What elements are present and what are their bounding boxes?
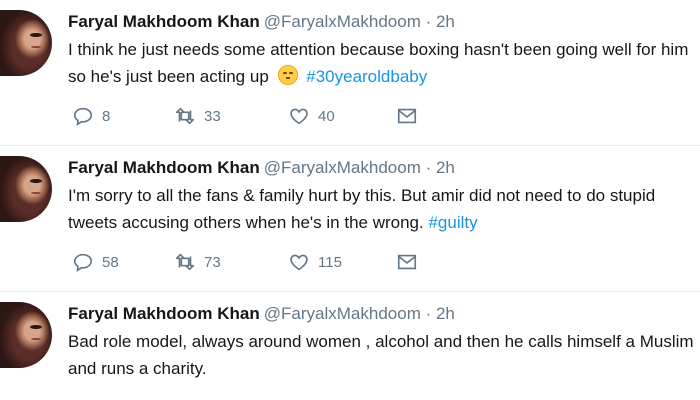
tweet-actions: 8 33 40 (72, 104, 432, 128)
timestamp[interactable]: · 2h (426, 304, 455, 323)
heart-icon (290, 108, 308, 125)
avatar[interactable] (0, 10, 52, 76)
retweet-icon (175, 107, 195, 125)
tweet[interactable]: Faryal Makhdoom Khan @FaryalxMakhdoom · 2… (0, 146, 700, 292)
author-handle[interactable]: @FaryalxMakhdoom (264, 304, 421, 323)
retweet-count: 73 (204, 253, 221, 271)
direct-message-button[interactable] (396, 251, 418, 278)
author-name[interactable]: Faryal Makhdoom Khan (68, 304, 260, 323)
reply-icon (73, 253, 93, 272)
author-name[interactable]: Faryal Makhdoom Khan (68, 12, 260, 31)
heart-icon (290, 254, 308, 271)
retweet-button[interactable]: 33 (174, 104, 221, 128)
envelope-icon (397, 254, 417, 270)
smirk-emoji-icon (277, 65, 298, 85)
like-count: 40 (318, 107, 335, 125)
direct-message-button[interactable] (396, 105, 418, 132)
timestamp[interactable]: · 2h (426, 158, 455, 177)
retweet-icon (175, 253, 195, 271)
reply-count: 58 (102, 253, 119, 271)
retweet-button[interactable]: 73 (174, 250, 221, 274)
tweet-header: Faryal Makhdoom Khan @FaryalxMakhdoom · 2… (68, 10, 455, 34)
avatar[interactable] (0, 156, 52, 222)
tweet-text-content: I'm sorry to all the fans & family hurt … (68, 186, 656, 232)
tweet-text-content: Bad role model, always around women , al… (68, 332, 694, 378)
tweet-text: I think he just needs some attention bec… (68, 36, 698, 90)
like-count: 115 (318, 253, 342, 271)
envelope-icon (397, 108, 417, 124)
author-handle[interactable]: @FaryalxMakhdoom (264, 158, 421, 177)
tweet-actions: 58 73 115 (72, 250, 432, 274)
tweet-text: I'm sorry to all the fans & family hurt … (68, 182, 698, 236)
hashtag-link[interactable]: #guilty (428, 213, 477, 232)
tweet[interactable]: Faryal Makhdoom Khan @FaryalxMakhdoom · 2… (0, 0, 700, 146)
hashtag-link[interactable]: #30yearoldbaby (306, 67, 427, 86)
tweet-text: Bad role model, always around women , al… (68, 328, 698, 382)
reply-button[interactable]: 58 (72, 250, 119, 274)
like-button[interactable]: 115 (288, 250, 342, 274)
reply-count: 8 (102, 107, 111, 125)
retweet-count: 33 (204, 107, 221, 125)
tweet-header: Faryal Makhdoom Khan @FaryalxMakhdoom · 2… (68, 302, 455, 326)
author-name[interactable]: Faryal Makhdoom Khan (68, 158, 260, 177)
timestamp[interactable]: · 2h (426, 12, 455, 31)
reply-button[interactable]: 8 (72, 104, 110, 128)
tweet-header: Faryal Makhdoom Khan @FaryalxMakhdoom · 2… (68, 156, 455, 180)
avatar[interactable] (0, 302, 52, 368)
reply-icon (73, 107, 93, 126)
like-button[interactable]: 40 (288, 104, 335, 128)
author-handle[interactable]: @FaryalxMakhdoom (264, 12, 421, 31)
tweet[interactable]: Faryal Makhdoom Khan @FaryalxMakhdoom · 2… (0, 292, 700, 400)
